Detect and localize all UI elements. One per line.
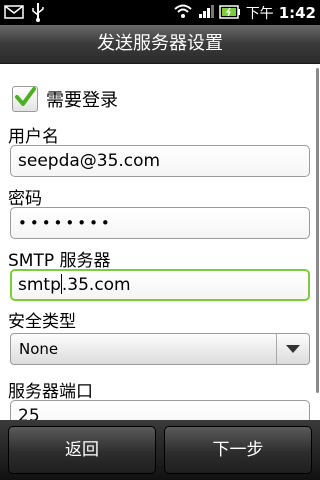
settings-form[interactable]: 需要登录 用户名 seepda@35.com 密码 •••••••• SMTP … — [0, 64, 320, 420]
password-label: 密码 — [8, 189, 42, 209]
username-field[interactable]: seepda@35.com — [10, 145, 310, 177]
wifi-icon — [173, 3, 193, 23]
require-login-row[interactable]: 需要登录 — [12, 86, 118, 112]
chevron-down-icon — [285, 334, 301, 364]
require-login-checkbox[interactable] — [12, 86, 38, 112]
server-port-label: 服务器端口 — [8, 382, 93, 402]
battery-icon — [218, 4, 241, 23]
dropdown-button[interactable] — [276, 334, 309, 364]
smtp-server-label: SMTP 服务器 — [8, 251, 111, 271]
usb-icon — [30, 2, 46, 26]
status-time: 1:42 — [278, 4, 316, 22]
smtp-value-after-cursor: .35.com — [61, 275, 131, 295]
username-label: 用户名 — [8, 127, 59, 147]
next-button[interactable]: 下一步 — [164, 426, 312, 474]
signal-icon — [198, 3, 214, 23]
status-bar: 下午 1:42 — [0, 0, 320, 25]
password-value: •••••••• — [18, 214, 113, 232]
bottom-button-bar: 返回 下一步 — [0, 420, 320, 480]
password-field[interactable]: •••••••• — [10, 207, 310, 239]
page-title: 发送服务器设置 — [0, 25, 320, 64]
back-button[interactable]: 返回 — [8, 426, 156, 474]
server-port-value: 25 — [18, 406, 40, 420]
email-icon — [4, 4, 24, 24]
smtp-server-field[interactable]: smtp.35.com — [10, 269, 310, 301]
security-type-value: None — [19, 340, 59, 358]
smtp-value-before-cursor: smtp — [18, 275, 61, 295]
require-login-label: 需要登录 — [46, 90, 118, 111]
username-value: seepda@35.com — [18, 151, 161, 171]
server-port-field[interactable]: 25 — [10, 400, 310, 420]
scrollbar[interactable] — [316, 68, 319, 393]
security-type-label: 安全类型 — [8, 312, 76, 332]
security-type-select[interactable]: None — [10, 333, 310, 365]
status-ampm: 下午 — [245, 6, 274, 22]
